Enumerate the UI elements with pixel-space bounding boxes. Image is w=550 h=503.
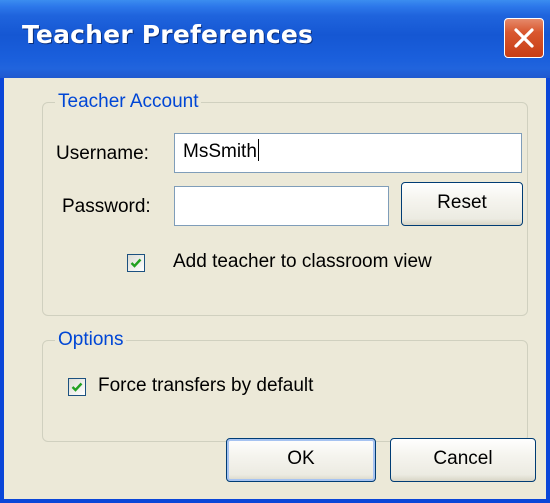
dialog-window: Teacher Preferences Teacher Account User… <box>0 0 550 503</box>
username-value: MsSmith <box>183 141 257 162</box>
reset-button-label: Reset <box>437 192 487 213</box>
username-input[interactable]: MsSmith <box>174 133 522 173</box>
teacher-account-group-label: Teacher Account <box>55 91 202 113</box>
title-bar[interactable]: Teacher Preferences <box>0 0 550 78</box>
checkmark-icon <box>130 258 142 268</box>
window-title: Teacher Preferences <box>22 20 314 49</box>
force-transfers-label[interactable]: Force transfers by default <box>98 375 313 397</box>
add-teacher-label[interactable]: Add teacher to classroom view <box>173 251 432 273</box>
options-group-label: Options <box>55 329 127 351</box>
reset-button[interactable]: Reset <box>401 182 523 226</box>
cancel-button[interactable]: Cancel <box>390 438 536 482</box>
force-transfers-checkbox[interactable] <box>68 378 86 396</box>
checkmark-icon <box>71 382 83 392</box>
close-icon <box>514 28 534 48</box>
password-input[interactable] <box>174 186 389 226</box>
ok-button[interactable]: OK <box>226 438 376 482</box>
password-label: Password: <box>62 196 151 217</box>
ok-button-label: OK <box>287 448 315 469</box>
username-label: Username: <box>56 143 149 164</box>
add-teacher-checkbox[interactable] <box>127 254 145 272</box>
dialog-body: Teacher Account Username: MsSmith Passwo… <box>4 78 546 499</box>
text-caret <box>257 139 259 161</box>
cancel-button-label: Cancel <box>433 448 493 469</box>
close-button[interactable] <box>504 18 544 58</box>
